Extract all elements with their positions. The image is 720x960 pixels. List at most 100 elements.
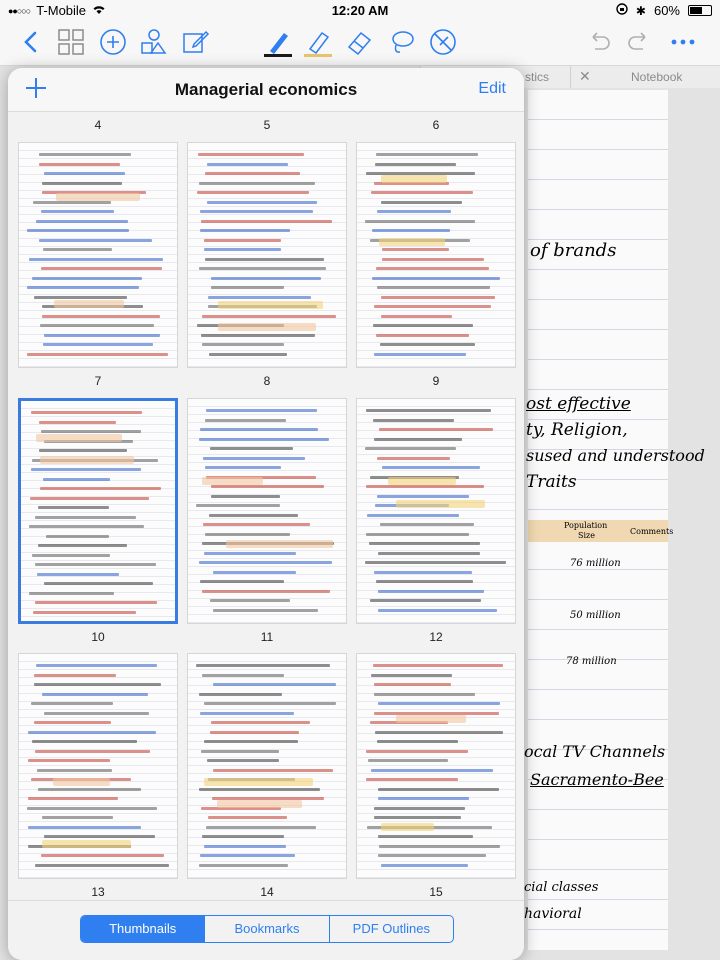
page-thumbnail[interactable]: [356, 142, 516, 368]
handwriting-stroke: [381, 295, 495, 299]
handwriting-stroke: [211, 721, 310, 724]
handwriting-stroke: [374, 692, 475, 696]
handwriting-stroke: [378, 797, 469, 800]
handwriting-stroke: [382, 248, 449, 251]
page-number: 5: [263, 118, 271, 132]
handwriting-stroke: [204, 702, 336, 705]
handwriting-stroke: [28, 730, 156, 734]
page-thumbnail[interactable]: [356, 653, 516, 879]
grid-icon[interactable]: [56, 27, 86, 57]
highlight-mark: [381, 823, 434, 831]
handwriting-stroke: [33, 610, 136, 614]
bg-note-line: of brands: [530, 240, 617, 261]
handwriting-stroke: [378, 787, 499, 791]
undo-icon[interactable]: [584, 27, 614, 57]
shapes-icon[interactable]: [138, 27, 168, 57]
handwriting-stroke: [41, 267, 162, 270]
page-number: 15: [429, 885, 443, 899]
handwriting-stroke: [46, 534, 109, 538]
handwriting-stroke: [366, 485, 484, 488]
handwriting-stroke: [207, 162, 288, 166]
handwriting-stroke: [199, 561, 332, 564]
bg-note-line: 50 million: [570, 610, 621, 621]
handwriting-stroke: [378, 835, 473, 838]
bg-note-line: 78 million: [566, 656, 617, 667]
handwriting-stroke: [196, 504, 280, 507]
handwriting-stroke: [206, 825, 316, 829]
page-thumbnail[interactable]: [187, 653, 347, 879]
page-thumbnail[interactable]: [18, 142, 178, 368]
handwriting-stroke: [374, 437, 462, 441]
bg-note-line: cial classes: [524, 880, 599, 895]
handwriting-stroke: [202, 343, 284, 346]
highlight-mark: [42, 840, 131, 848]
handwriting-stroke: [38, 787, 141, 791]
highlighter-icon[interactable]: [302, 27, 332, 57]
page-thumbnail[interactable]: [187, 142, 347, 368]
handwriting-stroke: [39, 153, 131, 156]
page-thumbnail[interactable]: [187, 398, 347, 624]
close-tab-icon[interactable]: ✕: [579, 68, 591, 85]
handwriting-stroke: [43, 248, 112, 251]
handwriting-stroke: [378, 608, 497, 612]
handwriting-stroke: [211, 494, 280, 498]
page-number: 4: [94, 118, 102, 132]
handwriting-stroke: [27, 352, 168, 356]
back-chevron-icon[interactable]: [16, 27, 46, 57]
handwriting-stroke: [37, 768, 112, 772]
handwriting-stroke: [205, 466, 281, 469]
handwriting-stroke: [377, 210, 451, 213]
lasso-icon[interactable]: [386, 27, 416, 57]
handwriting-stroke: [40, 324, 154, 327]
tab-thumbnails[interactable]: Thumbnails: [81, 916, 206, 942]
no-select-icon[interactable]: [428, 27, 458, 57]
more-icon[interactable]: [668, 27, 698, 57]
edit-icon[interactable]: [180, 27, 210, 57]
handwriting-stroke: [381, 200, 462, 204]
handwriting-stroke: [34, 295, 127, 299]
highlight-mark: [396, 715, 466, 723]
page-number: 7: [94, 374, 102, 388]
handwriting-stroke: [202, 314, 336, 318]
page-number: 12: [429, 630, 443, 644]
handwriting-stroke: [200, 428, 318, 431]
pen-icon[interactable]: [262, 27, 292, 57]
page-thumbnail[interactable]: [18, 653, 178, 879]
edit-button[interactable]: Edit: [478, 80, 506, 98]
popover-title: Managerial economics: [174, 80, 358, 99]
handwriting-stroke: [43, 343, 153, 346]
handwriting-stroke: [37, 572, 119, 576]
handwriting-stroke: [371, 768, 493, 772]
highlight-mark: [218, 301, 323, 309]
handwriting-stroke: [34, 721, 111, 724]
handwriting-stroke: [35, 563, 156, 566]
bg-note-line: havioral: [524, 906, 582, 922]
handwriting-stroke: [211, 286, 284, 289]
bg-note-line: ocal TV Channels: [524, 742, 666, 761]
handwriting-stroke: [29, 525, 144, 528]
handwriting-stroke: [199, 787, 320, 791]
handwriting-stroke: [199, 181, 315, 185]
redo-icon[interactable]: [624, 27, 654, 57]
handwriting-stroke: [381, 314, 452, 318]
tab-pdf-outlines[interactable]: PDF Outlines: [330, 916, 453, 942]
handwriting-stroke: [373, 418, 454, 422]
page-thumbnail[interactable]: [18, 398, 178, 624]
handwriting-stroke: [38, 506, 109, 509]
handwriting-stroke: [371, 673, 452, 677]
handwriting-stroke: [42, 692, 148, 696]
page-thumbnail[interactable]: [356, 398, 516, 624]
handwriting-stroke: [198, 153, 304, 156]
tab-bookmarks[interactable]: Bookmarks: [205, 916, 330, 942]
handwriting-stroke: [41, 210, 114, 213]
tab-notebook[interactable]: ✕ Notebook: [570, 66, 720, 88]
handwriting-stroke: [32, 276, 142, 280]
handwriting-stroke: [44, 582, 153, 585]
add-circle-icon[interactable]: [98, 27, 128, 57]
eraser-icon[interactable]: [344, 27, 374, 57]
handwriting-stroke: [28, 797, 118, 800]
handwriting-stroke: [374, 806, 465, 810]
handwriting-stroke: [35, 601, 157, 604]
bg-note-line: Sacramento-Bee: [530, 770, 664, 789]
handwriting-stroke: [206, 409, 317, 412]
